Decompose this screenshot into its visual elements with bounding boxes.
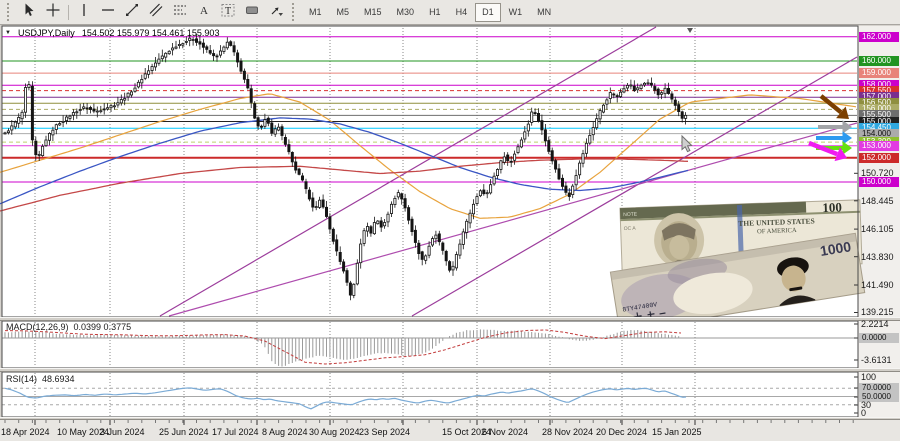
price-axis-tick: 143.830 [861,252,894,262]
svg-text:T: T [225,6,231,17]
crosshair-icon [45,2,61,23]
date-axis-label: 25 Jun 2024 [159,427,209,437]
bill-subtitle-text: OF AMERICA [757,227,797,235]
cursor-icon [21,2,37,23]
trading-terminal: AT M1 M5 M15 M30 H1 H4 D1 W1 MN THE UNITED STATE… [0,0,900,441]
timeframe-m15-button[interactable]: M15 [357,3,389,22]
price-axis-tick: 150.720 [861,168,894,178]
rsi-value: 48.6934 [42,374,75,384]
date-axis-label: 15 Jan 2025 [652,427,702,437]
bill-oca-text: OC A [624,226,637,232]
tool-equidistant-channel-button[interactable] [144,2,168,22]
tool-horizontal-line-button[interactable] [96,2,120,22]
price-level-label: 152.000 [859,153,899,163]
text-icon: A [196,2,212,23]
price-level-label: 150.000 [859,177,899,187]
price-level-label: 153.000 [859,141,899,151]
timeframe-d1-button[interactable]: D1 [475,2,501,22]
tool-vertical-line-button[interactable] [72,2,96,22]
arrows-icon [268,2,284,23]
timeframe-h4-button[interactable]: H4 [449,3,475,22]
drawing-tools-group: AT [17,2,288,22]
timeframe-m30-button[interactable]: M30 [390,3,422,22]
svg-text:A: A [200,5,208,17]
rsi-panel [2,372,858,417]
timeframe-mn-button[interactable]: MN [530,3,558,22]
tool-shapes-button[interactable] [240,2,264,22]
tool-text-label-button[interactable]: T [216,2,240,22]
panel-splitter-axis[interactable] [0,417,900,420]
indicator-axis-tick: -3.6131 [861,355,892,365]
price-level-label: 162.000 [859,32,899,42]
tool-fibonacci-button[interactable] [168,2,192,22]
symbol-name: USDJPY,Daily [17,28,75,38]
date-axis-label: 20 Dec 2024 [596,427,648,437]
bill-note-text: NOTE [623,212,638,219]
trendline-icon [124,2,140,23]
toolbar: AT M1 M5 M15 M30 H1 H4 D1 W1 MN [0,0,900,25]
rsi-label: RSI(14) 48.6934 [6,374,75,384]
price-level-label: 160.000 [859,56,899,66]
date-axis-label: 23 Sep 2024 [359,427,411,437]
price-axis-tick: 148.445 [861,196,894,206]
horizontal-line-icon [100,2,116,23]
vertical-line-icon [76,2,92,23]
indicator-axis-tick: 0.0000 [859,333,899,343]
price-level-label: 159.000 [859,68,899,78]
text-label-icon: T [220,2,236,23]
timeframe-m5-button[interactable]: M5 [330,3,357,22]
price-axis-tick: 139.215 [861,307,894,317]
timeframe-h1-button[interactable]: H1 [422,3,448,22]
rsi-name: RSI(14) [6,374,38,384]
panel-splitter-rsi[interactable] [0,368,900,372]
tool-trendline-button[interactable] [120,2,144,22]
date-axis-label: 18 Apr 2024 [1,427,50,437]
timeframe-grip[interactable] [292,3,298,21]
date-axis-label: 3 Jun 2024 [100,427,145,437]
date-axis-label: 8 Aug 2024 [262,427,308,437]
panel-splitter-macd[interactable] [0,317,900,321]
toolbar-separator [68,4,69,20]
macd-label: MACD(12,26,9) 0.0399 0.3775 [6,322,131,332]
macd-values: 0.0399 0.3775 [73,322,132,332]
indicator-axis-tick: 100 [861,372,877,382]
tool-text-button[interactable]: A [192,2,216,22]
fibonacci-icon [172,2,188,23]
toolbar-grip[interactable] [7,3,13,21]
date-axis-label: 6 Nov 2024 [482,427,529,437]
shapes-icon [244,2,260,23]
chart-canvas[interactable]: THE UNITED STATESOF AMERICA100NOTEOC A10… [0,0,900,441]
tool-crosshair-button[interactable] [41,2,65,22]
chart-title-bar[interactable]: ▼ USDJPY,Daily 154.502 155.979 154.461 1… [5,28,219,38]
timeframe-m1-button[interactable]: M1 [302,3,329,22]
tool-arrows-button[interactable] [264,2,288,22]
symbol-dropdown-icon[interactable]: ▼ [5,30,11,36]
timeframe-w1-button[interactable]: W1 [502,3,530,22]
date-axis-label: 28 Nov 2024 [542,427,594,437]
tool-cursor-button[interactable] [17,2,41,22]
bill-denomination-text: 100 [822,199,842,215]
equidistant-channel-icon [148,2,164,23]
date-axis-label: 17 Jul 2024 [212,427,259,437]
price-axis-tick: 146.105 [861,224,894,234]
timeframe-group: M1 M5 M15 M30 H1 H4 D1 W1 MN [302,2,559,22]
date-axis-label: 30 Aug 2024 [309,427,360,437]
macd-name: MACD(12,26,9) [6,322,69,332]
price-axis-tick: 141.490 [861,280,894,290]
indicator-axis-tick: 2.2214 [861,319,889,329]
indicator-axis-tick: 0 [861,408,867,418]
ohlc-values: 154.502 155.979 154.461 155.903 [81,28,220,38]
